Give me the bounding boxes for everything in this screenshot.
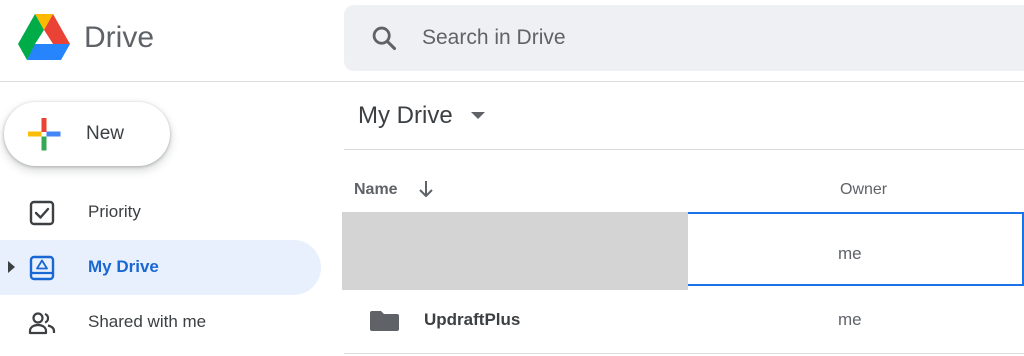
table-row[interactable]: me <box>342 212 1024 290</box>
plus-icon <box>28 118 61 151</box>
column-header-name[interactable]: Name <box>354 181 398 199</box>
sidebar-item-label: Shared with me <box>88 312 207 331</box>
search-icon[interactable] <box>370 24 398 52</box>
sidebar-item-my-drive[interactable]: My Drive <box>0 240 321 295</box>
new-button[interactable]: New <box>4 102 170 166</box>
sidebar-item-priority[interactable]: Priority <box>0 185 321 240</box>
column-header-owner[interactable]: Owner <box>840 181 887 199</box>
app-header: Drive <box>0 0 1024 82</box>
search-bar[interactable] <box>344 5 1024 71</box>
redacted-area <box>342 212 688 290</box>
file-name: UpdraftPlus <box>424 310 521 329</box>
table-row[interactable]: UpdraftPlus me <box>344 286 1024 354</box>
owner-cell: me <box>838 310 862 329</box>
sidebar-item-label: My Drive <box>88 257 159 276</box>
my-drive-icon <box>29 255 55 281</box>
caret-down-icon[interactable] <box>471 112 485 120</box>
owner-cell: me <box>838 244 862 263</box>
people-icon <box>28 312 56 335</box>
arrow-down-icon[interactable] <box>416 179 436 199</box>
page-title[interactable]: My Drive <box>358 102 453 130</box>
app-name[interactable]: Drive <box>84 20 154 56</box>
sidebar-item-shared-with-me[interactable]: Shared with me <box>0 295 321 350</box>
expand-arrow-icon[interactable] <box>6 260 16 274</box>
search-input[interactable] <box>422 19 982 57</box>
sidebar-item-label: Priority <box>88 202 141 221</box>
folder-icon <box>370 311 399 331</box>
google-drive-logo-icon[interactable] <box>18 14 70 60</box>
new-button-label: New <box>86 123 125 144</box>
column-header-row: Name Owner <box>344 150 1024 212</box>
page-title-row: My Drive <box>344 82 1024 150</box>
checkbox-icon <box>29 200 55 226</box>
